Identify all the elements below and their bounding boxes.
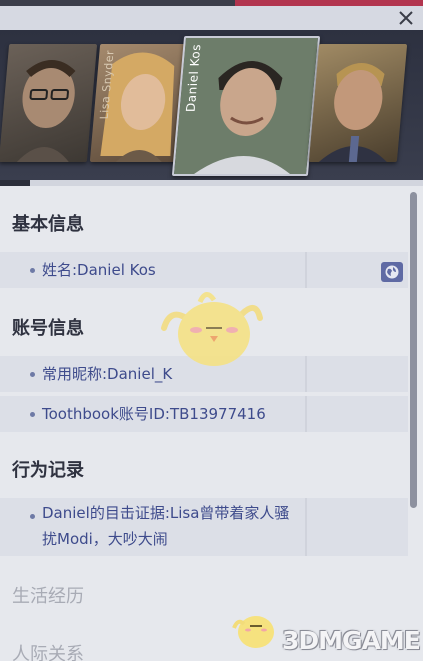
section-title-basic-info: 基本信息 — [12, 214, 84, 235]
list-item-toothbook-id[interactable]: Toothbook账号ID:TB13977416 — [0, 396, 408, 432]
bullet — [30, 372, 35, 377]
chick-logo-icon — [232, 616, 274, 648]
character-portrait-image — [309, 44, 407, 162]
close-icon — [399, 11, 413, 25]
globe-icon — [385, 265, 399, 279]
info-text: Daniel的目击证据:Lisa曾带着家人骚扰Modi，大吵大闹 — [42, 504, 290, 548]
panel-header — [0, 6, 423, 30]
section-title-relationships[interactable]: 人际关系 — [12, 640, 84, 661]
bullet — [30, 412, 35, 417]
portrait-card[interactable] — [308, 44, 408, 162]
row-divider — [305, 252, 307, 288]
section-title-life-experience[interactable]: 生活经历 — [12, 582, 84, 608]
info-text: 姓名:Daniel Kos — [42, 261, 156, 279]
character-portrait-strip[interactable]: Lisa Snyder Daniel Kos — [0, 30, 423, 182]
list-item-witness-evidence[interactable]: Daniel的目击证据:Lisa曾带着家人骚扰Modi，大吵大闹 — [0, 498, 408, 556]
portrait-card-daniel-kos-selected[interactable]: Daniel Kos — [171, 36, 321, 176]
portrait-card[interactable] — [0, 44, 98, 162]
profile-content: 基本信息 姓名:Daniel Kos 账号信息 常用昵称:Daniel_K To… — [0, 186, 408, 661]
row-divider — [305, 498, 307, 556]
portrait-card-lisa-snyder[interactable]: Lisa Snyder — [89, 44, 189, 162]
info-text: Toothbook账号ID:TB13977416 — [42, 405, 266, 423]
section-title-behavior-record: 行为记录 — [12, 460, 84, 481]
globe-button[interactable] — [381, 262, 403, 282]
scrollbar-thumb[interactable] — [410, 192, 417, 508]
info-text: 常用昵称:Daniel_K — [42, 365, 173, 383]
chick-mascot-watermark-icon — [161, 292, 263, 366]
bullet — [30, 268, 35, 273]
character-portrait-image — [0, 44, 97, 162]
row-divider — [305, 356, 307, 392]
site-watermark: 3DMGAME — [282, 626, 421, 655]
bullet — [30, 514, 35, 519]
list-item-name[interactable]: 姓名:Daniel Kos — [0, 252, 408, 288]
vertical-scrollbar[interactable] — [408, 186, 423, 661]
close-button[interactable] — [397, 9, 415, 27]
row-divider — [305, 396, 307, 432]
section-title-account-info: 账号信息 — [12, 318, 84, 339]
